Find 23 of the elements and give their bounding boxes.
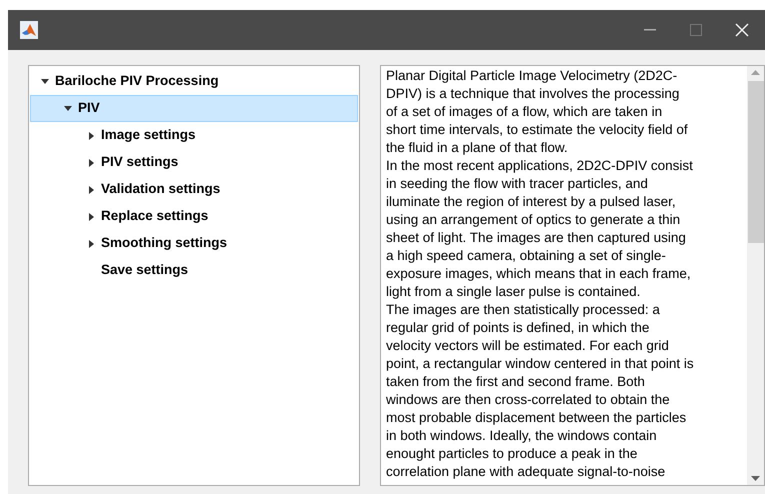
scrollbar[interactable] — [747, 66, 764, 485]
maximize-icon — [690, 24, 702, 36]
scroll-down-icon[interactable] — [751, 476, 760, 481]
tree-item[interactable]: Validation settings — [30, 176, 358, 203]
description-text: Planar Digital Particle Image Velocimetry (2D2C- DPIV) is a technique that involves the processing of a set of images of a flow, which are taken in short time intervals, to estimate the velocity field of the fluid in a plane of that flow. In the most recent applications, 2D2C-DPIV consist in seeding the flow with tracer particles, and iluminate the region of interest by a pulsed laser, using an arrangement of optics to generate a thin sheet of light. The images are then captured using a high speed camera, obtaining a set of single- exposure images, which means that in each frame, light from a single laser pulse is contained. The images are then statistically processed: a regular grid of points is defined, in which the velocity vectors will be estimated. For each grid point, a rectangular window centered in that point is taken from the first and second frame. Both windows are then cross-correlated to obtain the most probable displacement between the particles in both windows. Ideally, the windows contain enought particles to produce a peak in the correlation plane with adequate signal-to-noise — [385, 67, 695, 481]
tree-item[interactable]: Image settings — [30, 122, 358, 149]
tree-item[interactable]: PIV settings — [30, 149, 358, 176]
minimize-icon — [644, 29, 656, 31]
close-icon — [735, 23, 749, 37]
collapsed-caret-icon[interactable] — [88, 240, 94, 248]
tree-item[interactable]: Save settings — [30, 257, 358, 284]
scroll-thumb[interactable] — [748, 81, 764, 243]
expanded-caret-icon[interactable] — [64, 106, 72, 111]
collapsed-caret-icon[interactable] — [88, 186, 94, 194]
app-logo-icon — [20, 21, 38, 39]
collapsed-caret-icon[interactable] — [88, 212, 94, 220]
collapsed-caret-icon[interactable] — [88, 158, 94, 166]
expanded-caret-icon[interactable] — [41, 79, 49, 84]
tree-item[interactable]: Smoothing settings — [30, 230, 358, 257]
collapsed-caret-icon[interactable] — [88, 132, 94, 140]
tree-item[interactable]: Replace settings — [30, 203, 358, 230]
tree-item[interactable]: PIV — [30, 95, 358, 122]
tree-item[interactable]: Bariloche PIV Processing — [30, 68, 358, 95]
